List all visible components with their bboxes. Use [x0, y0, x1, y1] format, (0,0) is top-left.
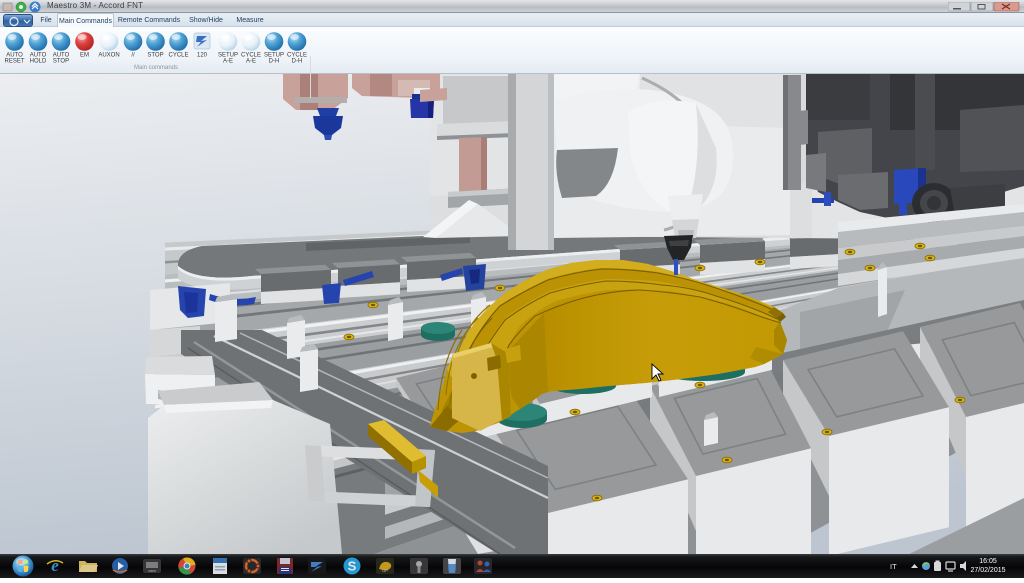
svg-text:S: S — [348, 559, 357, 574]
svg-text:D-H: D-H — [269, 59, 280, 65]
svg-text:SETUP: SETUP — [218, 53, 238, 59]
svg-text:AUTO: AUTO — [6, 53, 23, 59]
svg-text:STOP: STOP — [147, 53, 163, 59]
svg-text:GP: GP — [382, 568, 388, 573]
svg-text:EM: EM — [80, 53, 89, 59]
svg-text:AUTO: AUTO — [30, 53, 47, 59]
svg-text://: // — [131, 53, 135, 59]
svg-text:CYCLE: CYCLE — [287, 53, 307, 59]
svg-text:CYCLE: CYCLE — [241, 53, 261, 59]
svg-text:AUTO: AUTO — [53, 53, 70, 59]
svg-text:SETUP: SETUP — [264, 53, 284, 59]
svg-text:RESET: RESET — [4, 59, 24, 65]
svg-text:cam: cam — [148, 568, 156, 573]
svg-text:IT: IT — [890, 562, 897, 571]
svg-text:120: 120 — [197, 53, 208, 59]
svg-text:HOLD: HOLD — [30, 59, 47, 65]
svg-text:A-E: A-E — [246, 59, 256, 65]
svg-text:AUXON: AUXON — [98, 53, 119, 59]
svg-text:e: e — [51, 556, 59, 575]
svg-text:D-H: D-H — [292, 59, 303, 65]
svg-text:A-E: A-E — [223, 59, 233, 65]
svg-text:STOP: STOP — [53, 59, 69, 65]
svg-text:CYCLE: CYCLE — [168, 53, 188, 59]
